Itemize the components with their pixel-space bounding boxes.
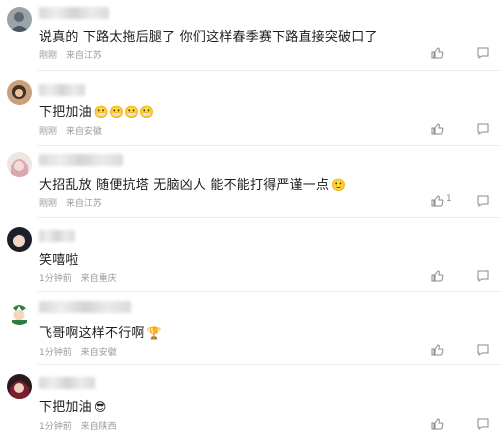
- comment-item: 说真的 下路太拖后腿了 你们这样春季赛下路直接突破口了 刚刚 来自江苏: [0, 0, 500, 71]
- comment-text: 下把加油 😎: [39, 400, 107, 415]
- avatar[interactable]: [7, 152, 32, 177]
- thumbs-up-icon[interactable]: [430, 343, 444, 357]
- comment-location: 来自江苏: [65, 199, 102, 209]
- comment-bubble-icon[interactable]: [476, 194, 490, 208]
- comment-location: 来自安徽: [65, 127, 102, 137]
- avatar[interactable]: [7, 374, 32, 399]
- comment-time: 刚刚: [39, 51, 58, 61]
- comment-meta: 刚刚 来自安徽: [39, 124, 108, 137]
- username-blurred[interactable]: [39, 154, 123, 166]
- comment-actions: [430, 122, 490, 136]
- comment-bubble-icon[interactable]: [476, 46, 490, 60]
- comment-time: 1分钟前: [39, 348, 72, 358]
- thumbs-up-icon[interactable]: [430, 194, 444, 208]
- comment-meta: 刚刚 来自江苏: [39, 48, 108, 61]
- comment-location: 来自重庆: [80, 274, 117, 284]
- thumbs-up-icon[interactable]: [430, 46, 444, 60]
- comment-text: 大招乱放 随便抗塔 无脑凶人 能不能打得严谨一点 🙂: [39, 178, 347, 193]
- comment-bubble-icon[interactable]: [476, 269, 490, 283]
- comment-item: 笑嘻啦 1分钟前 来自重庆: [0, 218, 500, 292]
- comment-meta: 刚刚 来自江苏: [39, 196, 108, 209]
- comment-actions: [430, 343, 490, 357]
- thumbs-up-icon[interactable]: [430, 269, 444, 283]
- emoji-group: 😎: [93, 400, 107, 414]
- comment-item: 飞哥啊这样不行啊 🏆 1分钟前 来自安徽: [0, 292, 500, 365]
- comment-actions: [430, 269, 490, 283]
- comment-item: 大招乱放 随便抗塔 无脑凶人 能不能打得严谨一点 🙂 刚刚 来自江苏 1: [0, 146, 500, 218]
- emoji-group: 🏆: [146, 326, 162, 340]
- comment-list: 说真的 下路太拖后腿了 你们这样春季赛下路直接突破口了 刚刚 来自江苏 下把加油…: [0, 0, 500, 440]
- avatar[interactable]: [7, 80, 32, 105]
- comment-actions: 1: [430, 194, 490, 208]
- thumbs-up-icon[interactable]: [430, 417, 444, 431]
- comment-time: 刚刚: [39, 199, 58, 209]
- avatar[interactable]: [7, 7, 32, 32]
- username-blurred[interactable]: [39, 84, 85, 96]
- comment-item: 下把加油 😎 1分钟前 来自陕西: [0, 365, 500, 440]
- comment-item: 下把加油 😬😬😬😬 刚刚 来自安徽: [0, 71, 500, 146]
- thumbs-up-icon[interactable]: [430, 122, 444, 136]
- comment-text: 下把加油 😬😬😬😬: [39, 105, 155, 120]
- comment-location: 来自陕西: [80, 422, 117, 432]
- comment-location: 来自江苏: [65, 51, 102, 61]
- comment-time: 1分钟前: [39, 422, 72, 432]
- emoji-group: 🙂: [331, 178, 347, 192]
- comment-location: 来自安徽: [80, 348, 117, 358]
- comment-text: 笑嘻啦: [39, 253, 79, 268]
- comment-actions: [430, 46, 490, 60]
- comment-text: 说真的 下路太拖后腿了 你们这样春季赛下路直接突破口了: [39, 30, 378, 45]
- comment-meta: 1分钟前 来自重庆: [39, 271, 123, 284]
- comment-meta: 1分钟前 来自陕西: [39, 419, 123, 432]
- comment-meta: 1分钟前 来自安徽: [39, 345, 123, 358]
- emoji-group: 😬😬😬😬: [93, 105, 155, 119]
- comment-text: 飞哥啊这样不行啊 🏆: [39, 326, 162, 341]
- avatar[interactable]: [7, 300, 32, 325]
- avatar[interactable]: [7, 227, 32, 252]
- comment-bubble-icon[interactable]: [476, 122, 490, 136]
- username-blurred[interactable]: [39, 377, 95, 389]
- comment-time: 1分钟前: [39, 274, 72, 284]
- like-count: 1: [446, 194, 452, 204]
- comment-bubble-icon[interactable]: [476, 343, 490, 357]
- username-blurred[interactable]: [39, 301, 131, 313]
- comment-bubble-icon[interactable]: [476, 417, 490, 431]
- username-blurred[interactable]: [39, 230, 75, 242]
- comment-actions: [430, 417, 490, 431]
- username-blurred[interactable]: [39, 7, 109, 19]
- comment-time: 刚刚: [39, 127, 58, 137]
